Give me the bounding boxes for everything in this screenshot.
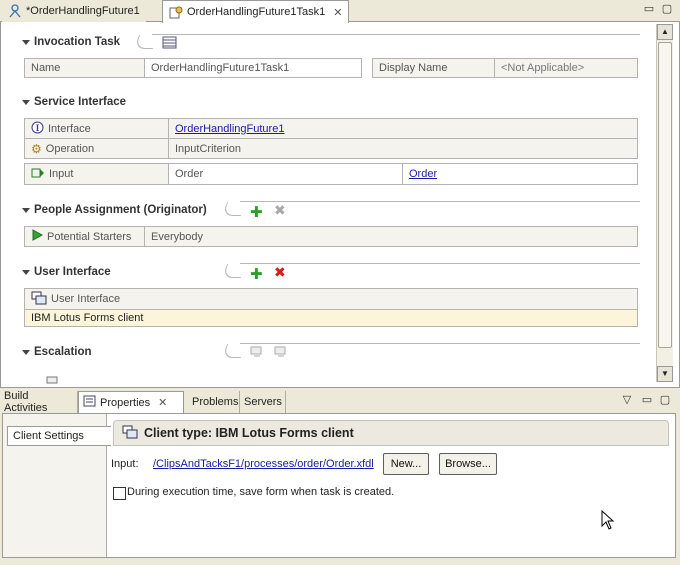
collapse-triangle-icon [22,99,30,105]
tab-build-activities[interactable]: Build Activities [0,390,78,414]
editor-tab-label: OrderHandlingFuture1Task1 [187,6,326,18]
panel-header: Client type: IBM Lotus Forms client [113,420,669,446]
potential-starters-value: Everybody [144,226,638,247]
section-header-user-interface[interactable]: User Interface [22,266,111,278]
editor-tab-label: *OrderHandlingFuture1 [26,5,140,17]
input-label-cell: Input [24,163,170,185]
section-title: Service Interface [34,96,127,108]
display-name-field: <Not Applicable> [494,58,638,78]
editor-tab-task1[interactable]: OrderHandlingFuture1Task1 ✕ [162,0,350,23]
task-icon [169,5,183,19]
tab-problems[interactable]: Problems [188,391,240,413]
section-header-service[interactable]: Service Interface [22,96,126,108]
user-interface-header-label: User Interface [51,293,121,305]
tab-label: Servers [244,396,282,408]
interface-link[interactable]: OrderHandlingFuture1 [175,123,284,135]
properties-icon [83,395,96,410]
operation-label-cell: ⚙ Operation [24,138,170,159]
escalation-item-icon [46,375,60,387]
tab-label: Build Activities [4,390,48,414]
input-type-value: Order [168,163,404,185]
tab-label: Problems [192,396,239,408]
collapse-triangle-icon [22,207,30,213]
collapse-triangle-icon [22,269,30,275]
operation-value: InputCriterion [168,138,638,159]
editor-scrollbar[interactable]: ▲ ▼ [656,24,673,382]
interface-label-cell: I Interface [24,118,170,139]
process-icon [8,4,22,18]
section-header-people[interactable]: People Assignment (Originator) [22,204,207,216]
delete-icon[interactable]: ✖ [274,264,286,281]
section-header-escalation[interactable]: Escalation [22,346,92,358]
new-button[interactable]: New... [383,453,429,475]
properties-side-tabs: Client Settings [3,414,111,557]
section-title: Invocation Task [34,36,121,48]
collapse-triangle-icon [22,349,30,355]
maximize-icon[interactable]: ▢ [660,3,674,17]
tab-label: Properties [100,396,151,409]
user-interface-header: User Interface [24,288,638,309]
interface-icon: I [31,121,44,137]
interface-label: Interface [48,122,91,135]
user-interface-row[interactable]: IBM Lotus Forms client [24,309,638,327]
add-icon[interactable]: ✚ [250,265,263,283]
input-message-icon [31,167,45,182]
editor-tab-orderhandlingfuture1[interactable]: *OrderHandlingFuture1 [2,0,146,22]
remove-escalation-icon [274,346,290,361]
gear-icon: ⚙ [31,141,42,156]
section-header-invocation[interactable]: Invocation Task [22,36,120,48]
save-form-checkbox-label: During execution time, save form when ta… [127,486,395,498]
close-icon[interactable]: ✕ [158,396,167,409]
interface-value-cell: OrderHandlingFuture1 [168,118,638,139]
minimize-icon[interactable]: ▭ [642,3,656,17]
name-label: Name [24,58,146,78]
svg-text:I: I [36,123,40,133]
input-label: Input [49,168,74,180]
input-order-link[interactable]: Order [409,168,437,180]
name-field[interactable]: OrderHandlingFuture1Task1 [144,58,362,78]
side-tab-client-settings[interactable]: Client Settings [7,426,111,446]
minimize-icon[interactable]: ▭ [640,394,654,408]
input-link-cell: Order [402,163,638,185]
add-escalation-icon [250,346,266,361]
table-view-icon[interactable] [162,36,178,53]
input-label: Input: [111,458,139,470]
browse-button[interactable]: Browse... [439,453,497,475]
tab-servers[interactable]: Servers [240,391,286,413]
operation-label: Operation [45,142,95,155]
scroll-thumb[interactable] [658,42,672,348]
maximize-icon[interactable]: ▢ [658,394,672,408]
delete-icon: ✖ [274,202,286,218]
potential-starters-label: Potential Starters [47,230,132,243]
save-form-checkbox[interactable] [113,487,126,500]
display-name-label: Display Name [372,58,496,78]
section-title: Escalation [34,346,92,358]
tab-properties[interactable]: Properties ✕ [78,391,184,413]
section-title: User Interface [34,266,111,278]
client-icon [122,425,138,442]
panel-title: Client type: IBM Lotus Forms client [144,426,354,440]
play-icon [31,229,44,244]
client-icon [31,291,47,308]
view-menu-icon[interactable]: ▽ [620,394,634,408]
scroll-up-arrow-icon[interactable]: ▲ [657,24,673,40]
properties-body: Client Settings Client type: IBM Lotus F… [2,413,676,558]
scroll-down-arrow-icon[interactable]: ▼ [657,366,673,382]
collapse-triangle-icon [22,39,30,45]
editor-tab-bar: *OrderHandlingFuture1 OrderHandlingFutur… [0,0,680,23]
potential-starters-label-cell: Potential Starters [24,226,146,247]
add-icon[interactable]: ✚ [250,203,263,221]
close-icon[interactable]: ✕ [333,6,342,19]
section-title: People Assignment (Originator) [34,204,207,216]
mouse-cursor-icon [601,509,615,533]
view-tab-bar: Build Activities Properties ✕ Problems S… [0,390,680,414]
input-path-link[interactable]: /ClipsAndTacksF1/processes/order/Order.x… [153,458,375,470]
